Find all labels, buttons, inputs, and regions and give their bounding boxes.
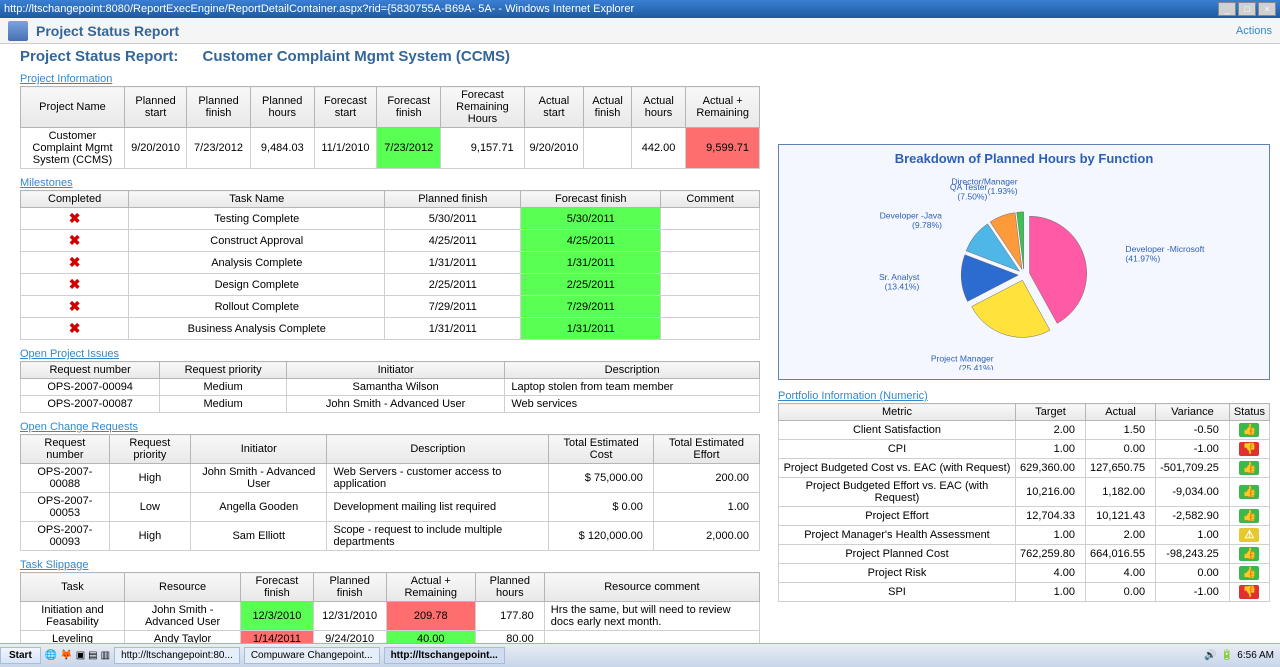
pie-label: Sr. Analyst(13.41%) — [879, 272, 920, 292]
x-icon: ✖ — [69, 298, 81, 314]
table-row: OPS-2007-00088HighJohn Smith - Advanced … — [21, 464, 760, 493]
tray-ff-icon[interactable]: 🦊 — [60, 650, 72, 661]
pie-chart: Developer -Microsoft(41.97%) Project Mana… — [785, 170, 1263, 370]
section-changes: Open Change Requests — [20, 421, 760, 433]
tray-icon[interactable]: 🔊 — [1204, 650, 1216, 661]
taskbar: Start 🌐 🦊 ▣ ▤ ▥ http://ltschangepoint:80… — [0, 643, 1280, 667]
chart-title: Breakdown of Planned Hours by Function — [785, 151, 1263, 166]
status-icon: ⚠ — [1239, 528, 1259, 542]
table-row: Client Satisfaction2.001.50-0.50👍 — [779, 421, 1270, 440]
page-title: Project Status Report: Customer Complain… — [20, 48, 760, 65]
table-row: OPS-2007-00053LowAngella GoodenDevelopme… — [21, 493, 760, 522]
table-row: ✖Design Complete2/25/20112/25/2011 — [21, 274, 760, 296]
project-info-row: Customer Complaint Mgmt System (CCMS) 9/… — [21, 128, 760, 169]
pie-slice — [1030, 216, 1087, 323]
table-row: Initiation and FeasabilityJohn Smith - A… — [21, 602, 760, 631]
chart-panel: Breakdown of Planned Hours by Function D… — [778, 144, 1270, 380]
table-row: SPI1.000.00-1.00👎 — [779, 583, 1270, 602]
portfolio-table: MetricTargetActualVarianceStatus Client … — [778, 403, 1270, 602]
table-row: ✖Testing Complete5/30/20115/30/2011 — [21, 208, 760, 230]
minimize-button[interactable]: _ — [1218, 2, 1236, 16]
table-row: Project Planned Cost762,259.80664,016.55… — [779, 545, 1270, 564]
section-milestones: Milestones — [20, 177, 760, 189]
pie-label: Developer -Java(9.78%) — [880, 211, 943, 231]
taskbar-item[interactable]: http://ltschangepoint... — [384, 647, 505, 664]
status-icon: 👍 — [1239, 509, 1259, 523]
x-icon: ✖ — [69, 232, 81, 248]
issues-table: Request numberRequest priorityInitiatorD… — [20, 361, 760, 413]
project-info-table: Project NamePlanned startPlanned finishP… — [20, 86, 760, 169]
status-icon: 👍 — [1239, 547, 1259, 561]
changes-table: Request numberRequest priorityInitiatorD… — [20, 434, 760, 551]
section-slippage: Task Slippage — [20, 559, 760, 571]
table-row: ✖Business Analysis Complete1/31/20111/31… — [21, 318, 760, 340]
header-title: Project Status Report — [36, 23, 179, 39]
table-row: ✖Construct Approval4/25/20114/25/2011 — [21, 230, 760, 252]
maximize-button[interactable]: □ — [1238, 2, 1256, 16]
table-row: OPS-2007-00093HighSam ElliottScope - req… — [21, 522, 760, 551]
slippage-table: TaskResourceForecast finishPlanned finis… — [20, 572, 760, 647]
tray-app3-icon[interactable]: ▥ — [101, 650, 110, 661]
status-icon: 👍 — [1239, 461, 1259, 475]
table-row: Project Risk4.004.000.00👍 — [779, 564, 1270, 583]
milestones-table: CompletedTask NamePlanned finishForecast… — [20, 190, 760, 340]
table-row: CPI1.000.00-1.00👎 — [779, 440, 1270, 459]
section-issues: Open Project Issues — [20, 348, 760, 360]
clock: 6:56 AM — [1237, 650, 1274, 661]
pie-label: Developer -Microsoft(41.97%) — [1125, 244, 1205, 264]
report-title-label: Project Status Report: — [20, 48, 178, 65]
status-icon: 👍 — [1239, 485, 1259, 499]
report-content: Project Status Report: Customer Complain… — [0, 44, 1280, 647]
status-icon: 👍 — [1239, 566, 1259, 580]
taskbar-item[interactable]: Compuware Changepoint... — [244, 647, 380, 664]
start-button[interactable]: Start — [0, 647, 41, 664]
tray-app2-icon[interactable]: ▤ — [88, 650, 97, 661]
window-titlebar: http://ltschangepoint:8080/ReportExecEng… — [0, 0, 1280, 18]
tray-app-icon[interactable]: ▣ — [76, 650, 85, 661]
app-icon — [8, 21, 28, 41]
app-header: Project Status Report Actions — [0, 18, 1280, 44]
x-icon: ✖ — [69, 320, 81, 336]
table-row: Project Effort12,704.3310,121.43-2,582.9… — [779, 507, 1270, 526]
taskbar-item[interactable]: http://ltschangepoint:80... — [114, 647, 240, 664]
table-row: Project Budgeted Cost vs. EAC (with Requ… — [779, 459, 1270, 478]
table-row: OPS-2007-00087MediumJohn Smith - Advance… — [21, 396, 760, 413]
table-row: Project Budgeted Effort vs. EAC (with Re… — [779, 478, 1270, 507]
table-row: OPS-2007-00094MediumSamantha WilsonLapto… — [21, 379, 760, 396]
table-row: Project Manager's Health Assessment1.002… — [779, 526, 1270, 545]
status-icon: 👎 — [1239, 442, 1259, 456]
section-portfolio: Portfolio Information (Numeric) — [778, 390, 1270, 402]
x-icon: ✖ — [69, 276, 81, 292]
close-button[interactable]: × — [1258, 2, 1276, 16]
x-icon: ✖ — [69, 210, 81, 226]
x-icon: ✖ — [69, 254, 81, 270]
project-name: Customer Complaint Mgmt System (CCMS) — [203, 48, 511, 65]
table-row: ✖Rollout Complete7/29/20117/29/2011 — [21, 296, 760, 318]
window-title: http://ltschangepoint:8080/ReportExecEng… — [4, 3, 634, 15]
tray-ie-icon[interactable]: 🌐 — [45, 650, 57, 661]
table-row: ✖Analysis Complete1/31/20111/31/2011 — [21, 252, 760, 274]
pie-label: Project Manager(25.41%) — [931, 353, 994, 370]
section-project-info: Project Information — [20, 73, 760, 85]
status-icon: 👎 — [1239, 585, 1259, 599]
tray-icon2[interactable]: 🔋 — [1221, 650, 1233, 661]
status-icon: 👍 — [1239, 423, 1259, 437]
actions-link[interactable]: Actions — [1236, 25, 1272, 37]
